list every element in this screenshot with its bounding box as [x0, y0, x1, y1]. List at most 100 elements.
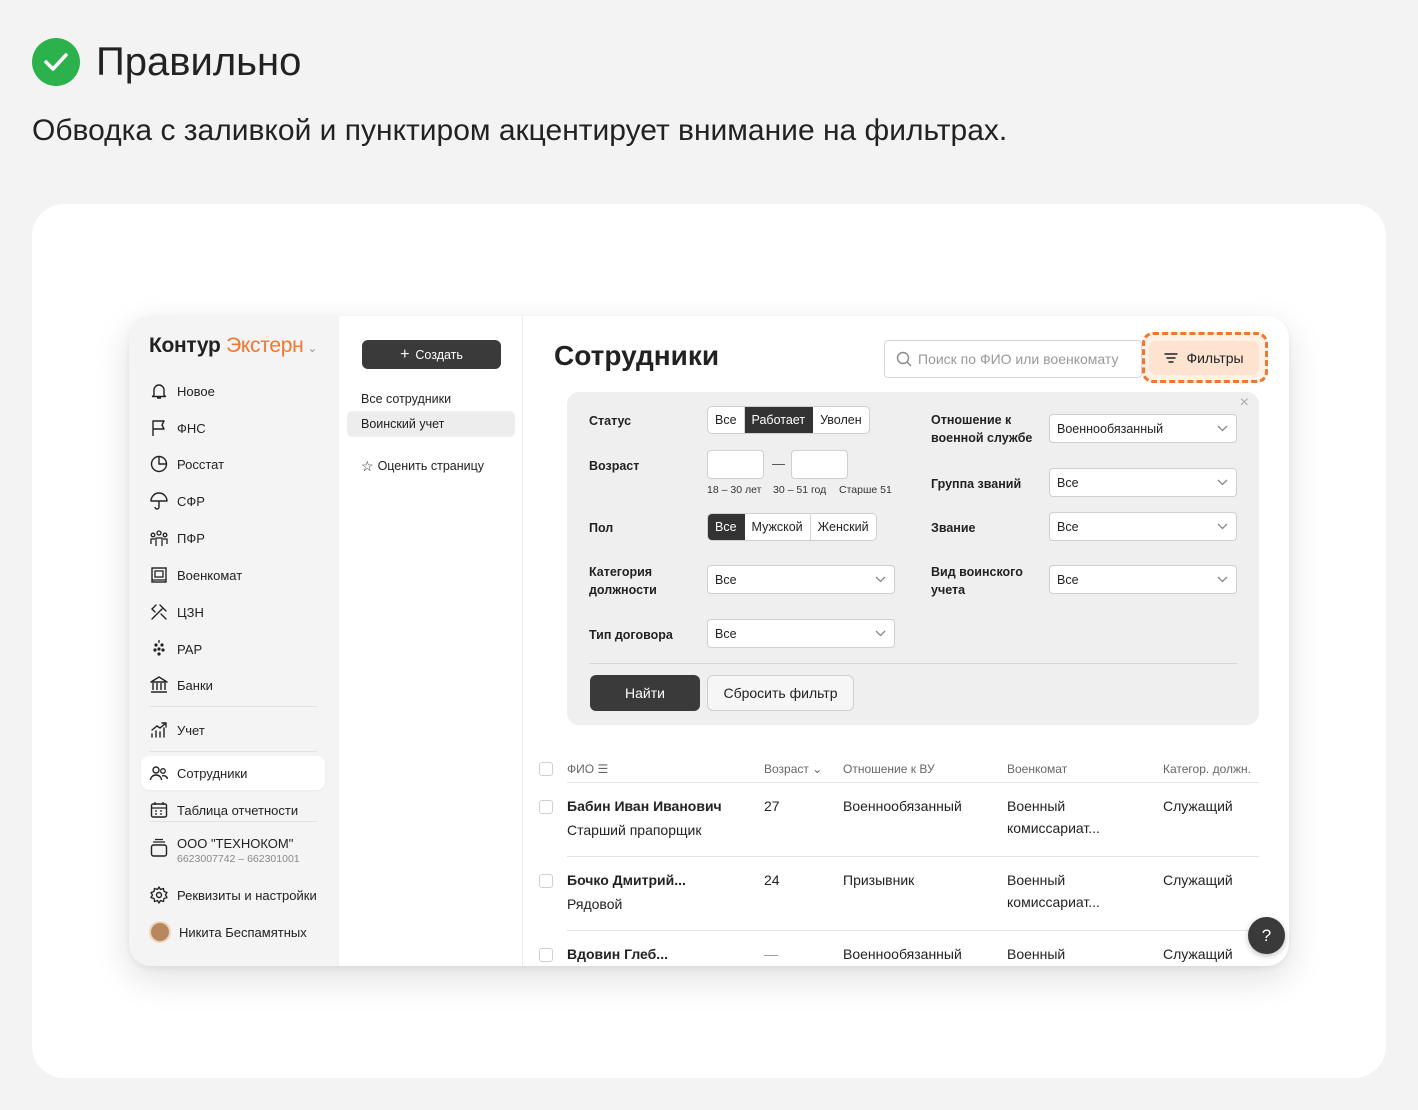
sidebar-item-czn[interactable]: ЦЗН [141, 595, 325, 629]
divider [149, 821, 317, 822]
filters-panel: × Статус Все Работает Уволен Возраст — 1… [567, 392, 1259, 725]
status-option-all[interactable]: Все [708, 407, 745, 433]
app-window: Контур Экстерн ⌄ Новое ФНС Росстат СФР ПФ… [129, 316, 1289, 966]
sidebar-item-employees[interactable]: Сотрудники [141, 756, 325, 790]
umbrella-icon [150, 492, 168, 510]
grapes-icon [153, 640, 165, 656]
sidebar-item-new[interactable]: Новое [141, 374, 325, 408]
employee-office: Военный [1007, 946, 1066, 962]
gender-option-male[interactable]: Мужской [745, 514, 811, 540]
sidebar-item-uchet[interactable]: Учет [141, 713, 325, 747]
avatar [149, 921, 171, 943]
filters-button[interactable]: Фильтры [1149, 341, 1259, 375]
row-checkbox[interactable] [539, 800, 553, 814]
category-label: Категория должности [589, 565, 657, 597]
contract-label: Тип договора [589, 628, 673, 642]
sidebar-item-pfr[interactable]: ПФР [141, 521, 325, 555]
organization-selector[interactable]: ООО "ТЕХНОКОМ" 6623007742 – 662301001 [141, 830, 325, 870]
age-to-input[interactable] [791, 450, 848, 479]
employee-rank: Старший прапорщик [567, 822, 702, 838]
page-heading: Правильно [96, 39, 302, 84]
sidebar-item-rar[interactable]: РАР [141, 632, 325, 666]
rank-select[interactable]: Все [1049, 512, 1237, 541]
column-header-name[interactable]: ФИО ☰ [567, 762, 608, 776]
age-from-input[interactable] [707, 450, 764, 479]
chevron-down-icon [875, 630, 886, 637]
sidebar-item-banks[interactable]: Банки [141, 668, 325, 702]
sidebar-item-fns[interactable]: ФНС [141, 411, 325, 445]
sidebar-item-rosstat[interactable]: Росстат [141, 447, 325, 481]
description: Обводка с заливкой и пунктиром акцентиру… [32, 114, 1008, 147]
row-checkbox[interactable] [539, 874, 553, 888]
subnav-all-employees[interactable]: Все сотрудники [347, 386, 515, 412]
employee-office-cont: комиссариат... [1007, 820, 1100, 836]
age-dash: — [772, 456, 785, 471]
divider [589, 663, 1237, 664]
sort-icon: ☰ [597, 762, 609, 776]
column-header-office[interactable]: Военкомат [1007, 762, 1067, 776]
age-preset-51plus[interactable]: Старше 51 [839, 484, 892, 496]
rank-group-select[interactable]: Все [1049, 468, 1237, 497]
employee-age: 27 [764, 798, 780, 814]
subnav-military-record[interactable]: Воинский учет [347, 411, 515, 437]
filter-icon [1164, 353, 1179, 363]
select-all-checkbox[interactable] [539, 762, 553, 776]
chevron-down-icon [1217, 479, 1228, 486]
search-input[interactable]: Поиск по ФИО или военкомату [884, 340, 1142, 378]
user-profile[interactable]: Никита Беспамятных [141, 915, 325, 949]
status-label: Статус [589, 414, 632, 428]
row-checkbox[interactable] [539, 948, 553, 962]
sidebar-item-voenkomat[interactable]: Военкомат [141, 558, 325, 592]
close-icon[interactable]: × [1240, 394, 1249, 412]
military-relation-select[interactable]: Военнообязанный [1049, 414, 1237, 443]
page-title: Сотрудники [554, 340, 720, 371]
employee-rank: Рядовой [567, 896, 623, 912]
employee-name[interactable]: Бабин Иван Иванович [567, 794, 722, 818]
rank-group-label: Группа званий [931, 477, 1022, 491]
gear-icon [150, 886, 168, 904]
column-header-category[interactable]: Категор. должн. [1163, 762, 1251, 776]
category-select[interactable]: Все [707, 565, 895, 594]
bank-icon [150, 676, 168, 693]
military-icon [151, 567, 167, 583]
calendar-icon [150, 802, 168, 818]
pie-chart-icon [150, 455, 168, 473]
gender-option-all[interactable]: Все [708, 514, 745, 540]
chevron-down-icon [1217, 425, 1228, 432]
sidebar-item-settings[interactable]: Реквизиты и настройки [141, 878, 325, 912]
gender-label: Пол [589, 521, 614, 535]
age-preset-30-51[interactable]: 30 – 51 год [773, 484, 826, 496]
column-header-relation[interactable]: Отношение к ВУ [843, 762, 935, 776]
status-option-working[interactable]: Работает [744, 407, 814, 433]
org-ids: 6623007742 – 662301001 [177, 853, 300, 865]
help-button[interactable]: ? [1248, 917, 1285, 954]
create-button[interactable]: + Создать [362, 340, 501, 369]
bell-icon [151, 384, 167, 399]
employee-name[interactable]: Вдовин Глеб... [567, 942, 668, 966]
record-type-select[interactable]: Все [1049, 565, 1237, 594]
status-option-fired[interactable]: Уволен [813, 407, 869, 433]
contract-select[interactable]: Все [707, 619, 895, 648]
logo[interactable]: Контур Экстерн ⌄ [149, 334, 317, 358]
employee-name[interactable]: Бочко Дмитрий... [567, 868, 686, 892]
sidebar-item-sfr[interactable]: СФР [141, 484, 325, 518]
chevron-down-icon [875, 576, 886, 583]
plus-icon: + [400, 345, 410, 363]
reset-filter-button[interactable]: Сбросить фильтр [707, 675, 854, 711]
people-icon [150, 530, 168, 546]
main-sidebar: Контур Экстерн ⌄ Новое ФНС Росстат СФР ПФ… [129, 316, 339, 966]
employee-category: Служащий [1163, 798, 1233, 814]
employee-relation: Военнообязанный [843, 946, 962, 962]
org-name: ООО "ТЕХНОКОМ" [177, 836, 294, 851]
rate-page-link[interactable]: ☆ Оценить страницу [347, 453, 515, 479]
find-button[interactable]: Найти [590, 675, 700, 711]
rank-label: Звание [931, 521, 976, 535]
gender-option-female[interactable]: Женский [811, 514, 876, 540]
age-label: Возраст [589, 459, 640, 473]
employee-office: Военный [1007, 872, 1066, 888]
employees-icon [149, 766, 169, 781]
employee-age: — [764, 946, 778, 962]
chevron-down-icon [1217, 576, 1228, 583]
age-preset-18-30[interactable]: 18 – 30 лет [707, 484, 761, 496]
column-header-age[interactable]: Возраст ⌄ [764, 762, 822, 776]
